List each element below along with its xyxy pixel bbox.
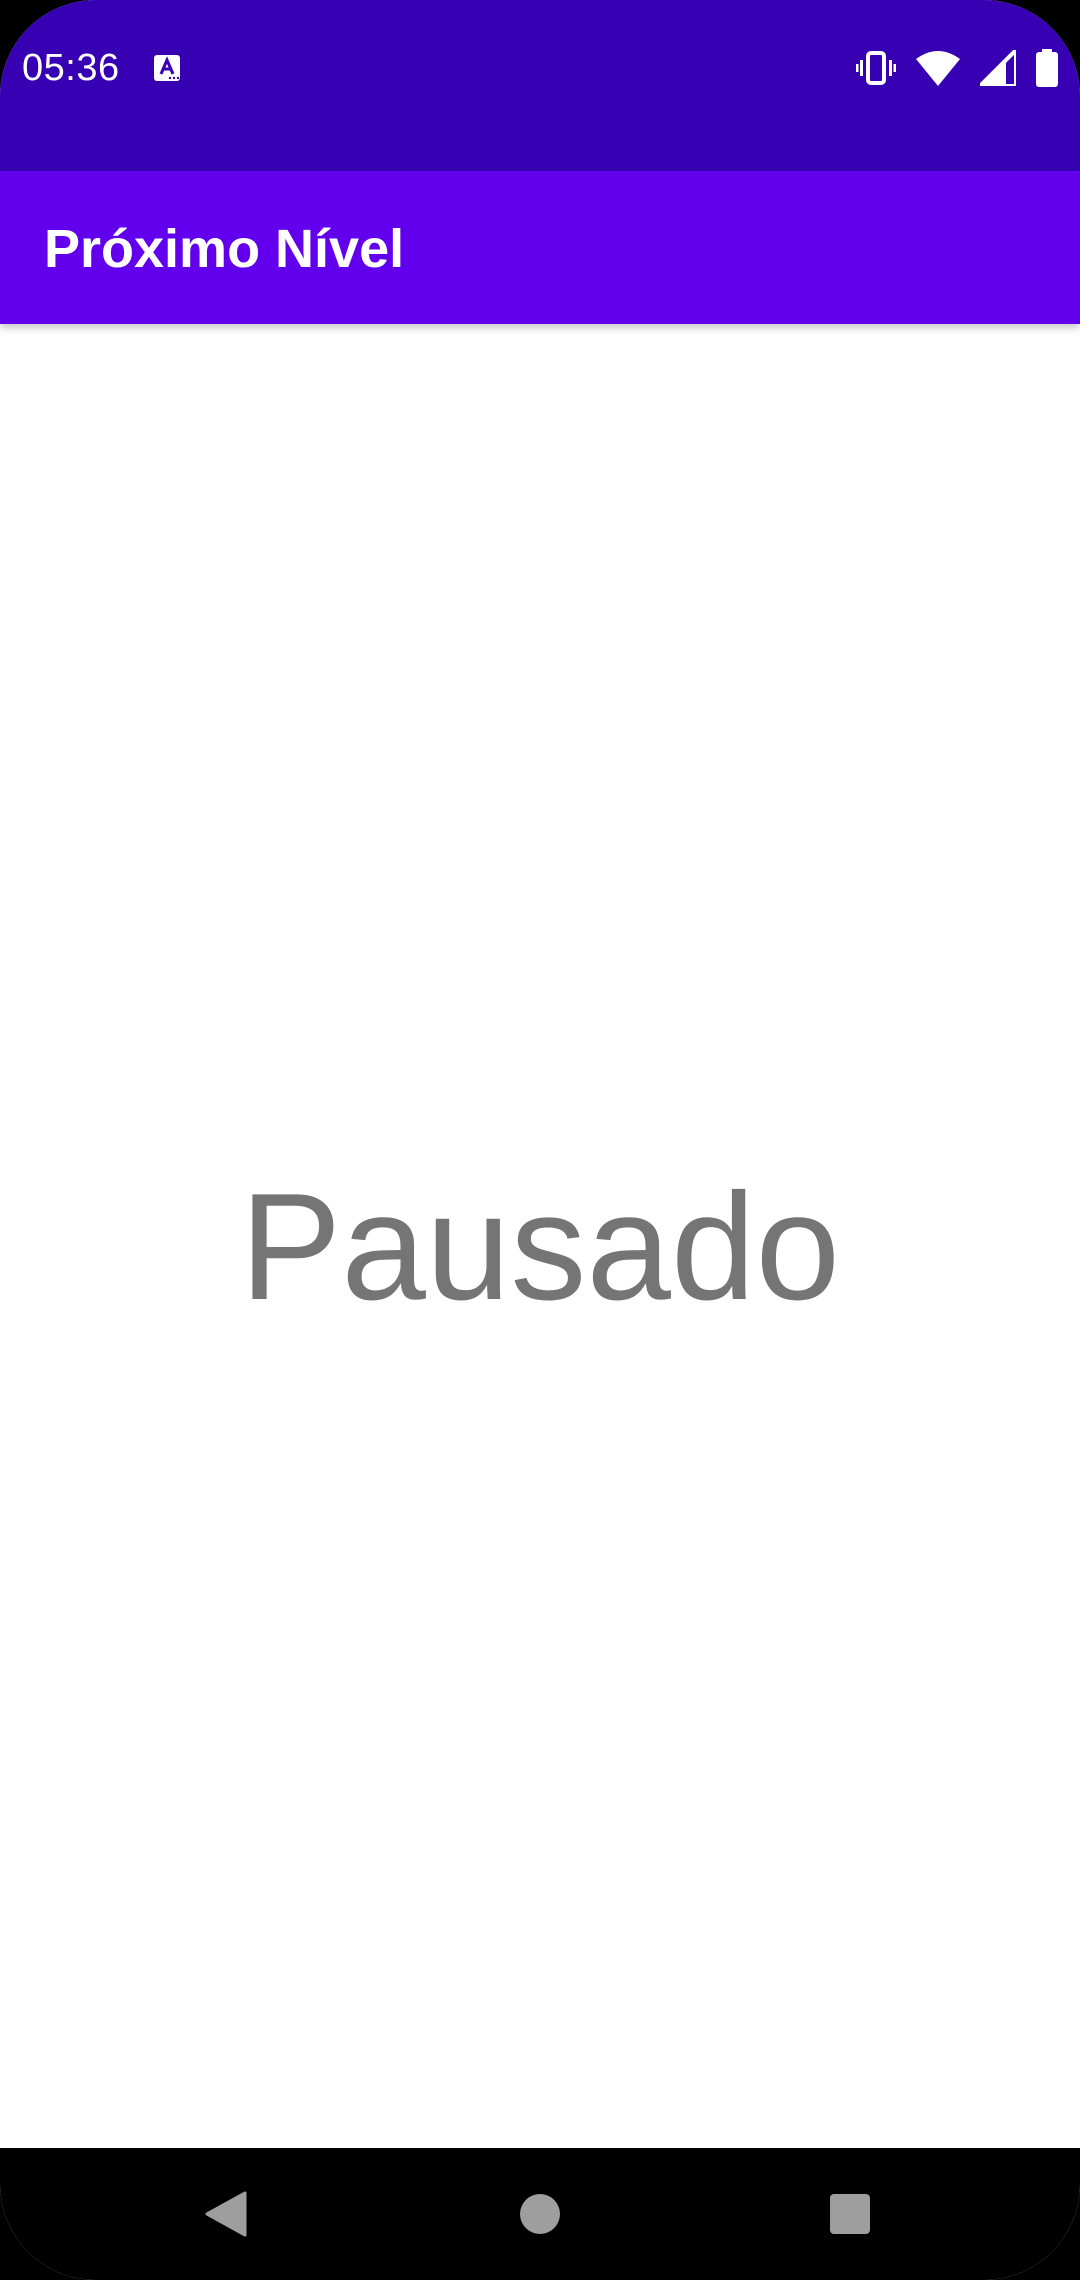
battery-icon [1036, 49, 1058, 87]
recents-icon [830, 2194, 870, 2234]
wifi-icon [916, 51, 960, 86]
app-bar: Próximo Nível [0, 171, 1080, 324]
status-time: 05:36 [22, 47, 120, 89]
phone-screen: 05:36 Próximo Nível Pausado [0, 0, 1080, 2280]
back-button[interactable] [186, 2178, 266, 2250]
vibrate-icon [856, 51, 896, 85]
recents-button[interactable] [810, 2178, 890, 2250]
app-title: Próximo Nível [44, 219, 405, 279]
status-icons [836, 46, 1058, 90]
paused-status-text: Pausado [239, 1162, 841, 1332]
main-content: Pausado [0, 324, 1080, 2148]
home-icon [520, 2194, 560, 2234]
cell-signal-icon [980, 50, 1016, 86]
autofill-notification-icon [154, 55, 180, 81]
status-bar: 05:36 [0, 0, 1080, 171]
navigation-bar [0, 2148, 1080, 2280]
back-icon [205, 2191, 247, 2237]
home-button[interactable] [500, 2178, 580, 2250]
